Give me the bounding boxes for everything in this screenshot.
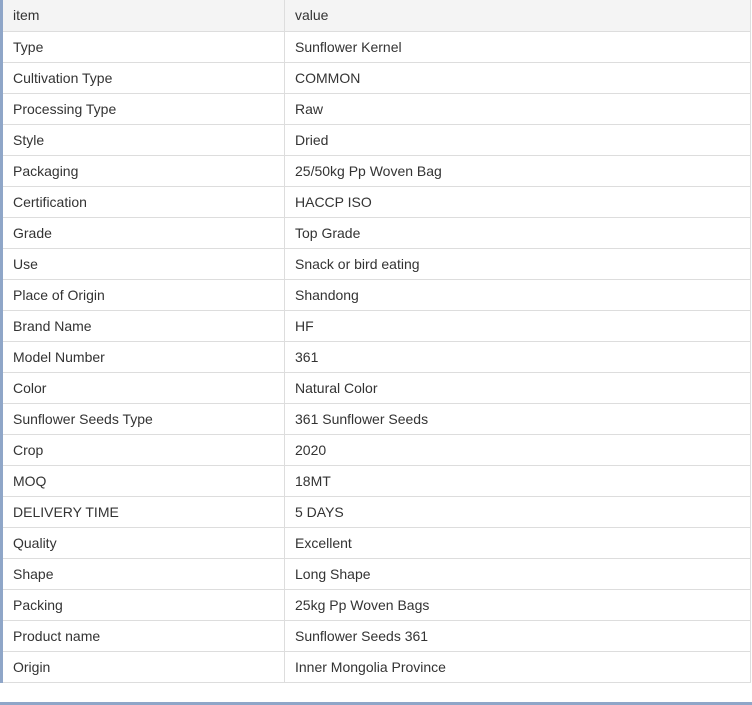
table-row: Type Sunflower Kernel	[0, 31, 751, 63]
spec-table-body: item value Type Sunflower Kernel Cultivati…	[0, 0, 751, 683]
table-row: MOQ 18MT	[0, 465, 751, 497]
row-item-cell: Color	[0, 372, 285, 404]
row-item-cell: Type	[0, 31, 285, 63]
spec-table-frame: item value Type Sunflower Kernel Cultivati…	[0, 0, 752, 705]
row-value-cell: Top Grade	[284, 217, 751, 249]
table-row: Shape Long Shape	[0, 558, 751, 590]
table-row: Model Number 361	[0, 341, 751, 373]
row-value-cell: 361	[284, 341, 751, 373]
table-row: Cultivation Type COMMON	[0, 62, 751, 94]
row-item-cell: Shape	[0, 558, 285, 590]
row-value-cell: Inner Mongolia Province	[284, 651, 751, 683]
row-value-cell: Excellent	[284, 527, 751, 559]
product-spec-table: item value Type Sunflower Kernel Cultivati…	[0, 0, 751, 683]
row-item-cell: Product name	[0, 620, 285, 652]
row-item-cell: Packaging	[0, 155, 285, 187]
table-row: Processing Type Raw	[0, 93, 751, 125]
row-item-cell: Quality	[0, 527, 285, 559]
table-row: Sunflower Seeds Type 361 Sunflower Seeds	[0, 403, 751, 435]
table-row: Style Dried	[0, 124, 751, 156]
row-value-cell: Long Shape	[284, 558, 751, 590]
row-item-cell: Sunflower Seeds Type	[0, 403, 285, 435]
row-item-cell: MOQ	[0, 465, 285, 497]
table-row: Brand Name HF	[0, 310, 751, 342]
row-item-cell: DELIVERY TIME	[0, 496, 285, 528]
row-value-cell: 2020	[284, 434, 751, 466]
row-item-cell: Packing	[0, 589, 285, 621]
row-item-cell: Style	[0, 124, 285, 156]
row-value-cell: 25kg Pp Woven Bags	[284, 589, 751, 621]
row-value-cell: 361 Sunflower Seeds	[284, 403, 751, 435]
table-row: Use Snack or bird eating	[0, 248, 751, 280]
row-value-cell: Sunflower Kernel	[284, 31, 751, 63]
row-item-cell: Brand Name	[0, 310, 285, 342]
row-value-cell: Dried	[284, 124, 751, 156]
row-value-cell: 5 DAYS	[284, 496, 751, 528]
table-row: Quality Excellent	[0, 527, 751, 559]
table-row: Product name Sunflower Seeds 361	[0, 620, 751, 652]
table-row: Color Natural Color	[0, 372, 751, 404]
row-value-cell: 25/50kg Pp Woven Bag	[284, 155, 751, 187]
row-item-cell: Processing Type	[0, 93, 285, 125]
row-value-cell: Natural Color	[284, 372, 751, 404]
table-row: Packing 25kg Pp Woven Bags	[0, 589, 751, 621]
header-item-cell: item	[0, 0, 285, 32]
row-item-cell: Origin	[0, 651, 285, 683]
table-row: Origin Inner Mongolia Province	[0, 651, 751, 683]
table-row: Crop 2020	[0, 434, 751, 466]
row-item-cell: Grade	[0, 217, 285, 249]
table-row: Certification HACCP ISO	[0, 186, 751, 218]
row-value-cell: Raw	[284, 93, 751, 125]
row-value-cell: HF	[284, 310, 751, 342]
row-item-cell: Use	[0, 248, 285, 280]
row-value-cell: COMMON	[284, 62, 751, 94]
row-item-cell: Cultivation Type	[0, 62, 285, 94]
row-value-cell: Sunflower Seeds 361	[284, 620, 751, 652]
table-row: DELIVERY TIME 5 DAYS	[0, 496, 751, 528]
row-value-cell: 18MT	[284, 465, 751, 497]
table-row: Packaging 25/50kg Pp Woven Bag	[0, 155, 751, 187]
row-item-cell: Certification	[0, 186, 285, 218]
table-header-row: item value	[0, 0, 751, 32]
row-item-cell: Crop	[0, 434, 285, 466]
row-item-cell: Model Number	[0, 341, 285, 373]
header-value-cell: value	[284, 0, 751, 32]
row-value-cell: Snack or bird eating	[284, 248, 751, 280]
table-row: Place of Origin Shandong	[0, 279, 751, 311]
row-item-cell: Place of Origin	[0, 279, 285, 311]
row-value-cell: Shandong	[284, 279, 751, 311]
table-row: Grade Top Grade	[0, 217, 751, 249]
row-value-cell: HACCP ISO	[284, 186, 751, 218]
